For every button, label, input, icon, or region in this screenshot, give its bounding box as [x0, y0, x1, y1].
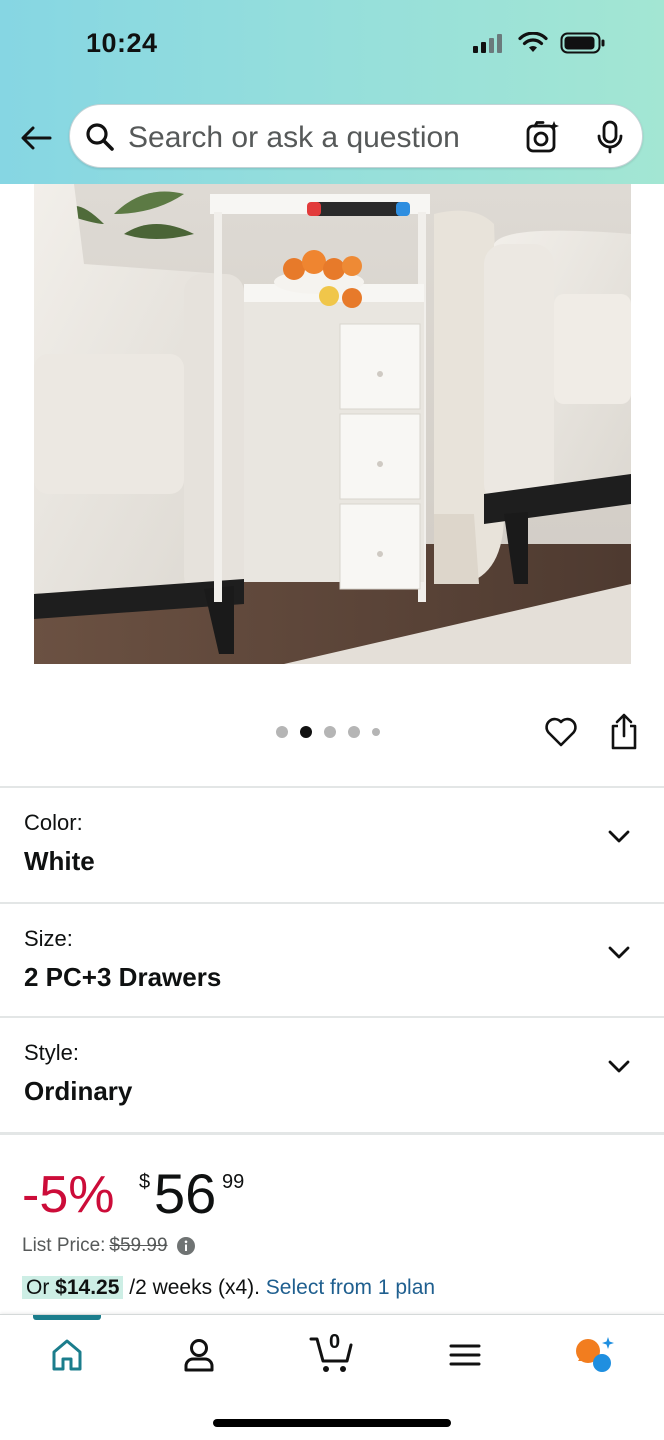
- variation-label: Size:: [24, 926, 73, 951]
- gallery-dot[interactable]: [348, 726, 360, 738]
- signal-icon: [473, 34, 502, 53]
- cart-count: 0: [329, 1331, 341, 1353]
- variation-style[interactable]: Style: Ordinary: [0, 1016, 664, 1132]
- wifi-icon: [518, 32, 548, 52]
- installment-offer[interactable]: Or $14.25 /2 weeks (x4). Select from 1 p…: [22, 1276, 435, 1300]
- gallery-dot[interactable]: [372, 728, 380, 736]
- list-price: List Price: $59.99: [22, 1235, 196, 1257]
- account-icon[interactable]: [179, 1335, 219, 1375]
- search-bar[interactable]: Search or ask a question: [69, 104, 643, 168]
- installment-prefix: Or: [26, 1276, 56, 1299]
- home-indicator: [213, 1419, 451, 1427]
- chevron-down-icon[interactable]: [606, 824, 632, 850]
- status-time: 10:24: [86, 28, 158, 58]
- price-block: -5% $ 56 99 List Price: $59.99 Or $14.25…: [0, 1132, 664, 1316]
- search-icon: [86, 123, 114, 151]
- status-icons: [472, 32, 606, 54]
- gallery-dots[interactable]: [276, 726, 380, 738]
- installment-term: /2 weeks (x4).: [123, 1276, 266, 1299]
- variation-size[interactable]: Size: 2 PC+3 Drawers: [0, 902, 664, 1016]
- discount-percent: -5%: [22, 1166, 115, 1224]
- menu-icon[interactable]: [445, 1335, 485, 1375]
- chevron-down-icon[interactable]: [606, 940, 632, 966]
- select-plan-link[interactable]: Select from 1 plan: [266, 1276, 435, 1299]
- installment-highlight: Or $14.25: [22, 1276, 124, 1299]
- heart-icon[interactable]: [543, 714, 579, 750]
- variation-value: 2 PC+3 Drawers: [24, 962, 222, 992]
- gallery-dot[interactable]: [324, 726, 336, 738]
- variation-value: Ordinary: [24, 1076, 133, 1106]
- bottom-nav: 0: [0, 1314, 664, 1440]
- variation-label: Color:: [24, 810, 83, 835]
- cart-button[interactable]: 0: [309, 1331, 355, 1377]
- share-icon[interactable]: [606, 712, 642, 752]
- back-arrow-icon[interactable]: [18, 120, 54, 156]
- active-tab-indicator: [33, 1315, 101, 1320]
- list-price-label: List Price:: [22, 1235, 106, 1256]
- mic-icon[interactable]: [592, 119, 628, 155]
- variation-label: Style:: [24, 1040, 80, 1065]
- camera-icon[interactable]: [525, 119, 561, 155]
- price-fraction: 99: [222, 1171, 245, 1193]
- chevron-down-icon[interactable]: [606, 1054, 632, 1080]
- rufus-icon[interactable]: [574, 1335, 614, 1375]
- gallery-dot[interactable]: [276, 726, 288, 738]
- battery-icon: [560, 32, 605, 54]
- product-image[interactable]: [34, 184, 631, 664]
- variation-value: White: [24, 846, 95, 876]
- gallery-dot-active[interactable]: [300, 726, 312, 738]
- search-input[interactable]: Search or ask a question: [128, 121, 460, 155]
- price-whole: 56: [154, 1162, 217, 1225]
- home-icon[interactable]: [47, 1335, 87, 1375]
- price-currency: $: [139, 1171, 151, 1193]
- info-icon[interactable]: [176, 1236, 196, 1256]
- variation-color[interactable]: Color: White: [0, 786, 664, 902]
- list-price-value: $59.99: [109, 1235, 168, 1256]
- header: 10:24 Search or ask a question: [0, 0, 664, 184]
- installment-amount: $14.25: [55, 1276, 120, 1299]
